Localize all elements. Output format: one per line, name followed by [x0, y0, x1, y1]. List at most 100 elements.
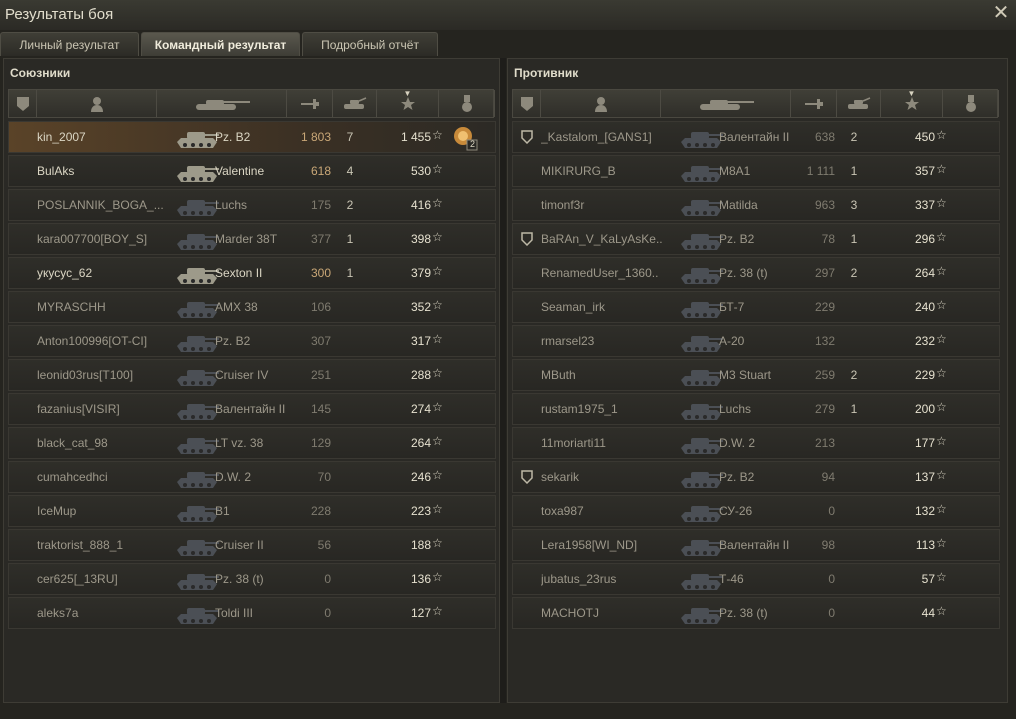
player-name: traktorist_888_1 — [37, 538, 124, 552]
xp-value: 132 — [914, 504, 935, 518]
player-row[interactable]: cumahcedhci D.W. 2 70 246 ☆ — [8, 461, 496, 493]
xp-star-icon: ☆ — [936, 230, 947, 244]
header-damage[interactable] — [287, 90, 333, 117]
damage-value: 618 — [310, 164, 331, 178]
player-name: MIKIRURG_B — [541, 164, 616, 178]
player-row[interactable]: kara007700[BOY_S] Marder 38T 377 1 398 ☆ — [8, 223, 496, 255]
player-row[interactable]: leonid03rus[T100] Cruiser IV 251 288 ☆ — [8, 359, 496, 391]
xp-value: 352 — [410, 300, 431, 314]
player-row[interactable]: toxa987 СУ-26 0 132 ☆ — [512, 495, 1000, 527]
tank-name: A-20 — [719, 334, 745, 348]
player-row[interactable]: IceMup B1 228 223 ☆ — [8, 495, 496, 527]
player-row[interactable]: Lera1958[WI_ND] Валентайн II 98 113 ☆ — [512, 529, 1000, 561]
player-name: Lera1958[WI_ND] — [541, 538, 638, 552]
player-row[interactable]: укусус_62 Sexton II 300 1 379 ☆ — [8, 257, 496, 289]
tank-image — [677, 600, 725, 628]
tank-name: Cruiser IV — [215, 368, 269, 382]
player-row[interactable]: rmarsel23 A-20 132 232 ☆ — [512, 325, 1000, 357]
kills-value: 1 — [346, 232, 354, 246]
player-name: cer625[_13RU] — [37, 572, 118, 586]
xp-star-icon: ☆ — [936, 298, 947, 312]
tank-image — [677, 430, 725, 458]
player-row[interactable]: kin_2007 Pz. B2 1 803 7 1 455 ☆ 2 — [8, 121, 496, 153]
tank-name: Pz. B2 — [215, 130, 251, 144]
player-row[interactable]: rustam1975_1 Luchs 279 1 200 ☆ — [512, 393, 1000, 425]
tank-name: Matilda — [719, 198, 758, 212]
xp-star-icon: ☆ — [936, 604, 947, 618]
player-name: toxa987 — [541, 504, 584, 518]
player-row[interactable]: traktorist_888_1 Cruiser II 56 188 ☆ — [8, 529, 496, 561]
damage-value: 0 — [828, 572, 835, 586]
damage-value: 56 — [317, 538, 331, 552]
window-titlebar: Результаты боя ✕ — [0, 0, 1016, 30]
enemies-rows: _Kastalom_[GANS1] Валентайн II 638 2 450 ☆ MIK… — [512, 121, 1000, 631]
clan-shield-icon — [521, 130, 533, 145]
player-row[interactable]: MButh M3 Stuart 259 2 229 ☆ — [512, 359, 1000, 391]
xp-value: 317 — [410, 334, 431, 348]
damage-value: 106 — [310, 300, 331, 314]
tank-name: Luchs — [215, 198, 248, 212]
player-row[interactable]: Anton100996[OT-CI] Pz. B2 307 317 ☆ — [8, 325, 496, 357]
tab-team-result[interactable]: Командный результат — [141, 32, 300, 56]
player-row[interactable]: sekarik Pz. B2 94 137 ☆ — [512, 461, 1000, 493]
header-player[interactable] — [541, 90, 661, 117]
player-row[interactable]: _Kastalom_[GANS1] Валентайн II 638 2 450 ☆ — [512, 121, 1000, 153]
tank-name: СУ-26 — [719, 504, 753, 518]
xp-value: 57 — [921, 572, 935, 586]
player-row[interactable]: timonf3r Matilda 963 3 337 ☆ — [512, 189, 1000, 221]
header-xp-star[interactable]: ▼ — [377, 89, 439, 117]
header-xp-star[interactable]: ▼ — [881, 89, 943, 117]
damage-value: 1 803 — [300, 130, 331, 144]
header-squad[interactable] — [9, 90, 37, 117]
tank-name: Sexton II — [215, 266, 263, 280]
player-row[interactable]: aleks7a Toldi III 0 127 ☆ — [8, 597, 496, 629]
player-name: cumahcedhci — [37, 470, 108, 484]
kills-value: 7 — [346, 130, 354, 144]
header-kills[interactable] — [837, 90, 881, 117]
tank-image — [173, 600, 221, 628]
tank-name: D.W. 2 — [215, 470, 252, 484]
header-kills[interactable] — [333, 90, 377, 117]
xp-value: 136 — [410, 572, 431, 586]
tank-name: Валентайн II — [719, 130, 790, 144]
player-row[interactable]: MACHOTJ Pz. 38 (t) 0 44 ☆ — [512, 597, 1000, 629]
close-icon[interactable]: ✕ — [992, 3, 1010, 23]
player-row[interactable]: black_cat_98 LT vz. 38 129 264 ☆ — [8, 427, 496, 459]
xp-value: 450 — [914, 130, 935, 144]
medal-count: 2 — [470, 139, 476, 149]
player-row[interactable]: BulAks Valentine 618 4 530 ☆ — [8, 155, 496, 187]
header-medal[interactable] — [943, 90, 999, 117]
player-row[interactable]: POSLANNIK_BOGA_... Luchs 175 2 416 ☆ — [8, 189, 496, 221]
header-squad[interactable] — [513, 90, 541, 117]
xp-star-icon: ☆ — [432, 366, 443, 380]
player-row[interactable]: fazanius[VISIR] Валентайн II 145 274 ☆ — [8, 393, 496, 425]
tank-name: Valentine — [215, 164, 265, 178]
header-medal[interactable] — [439, 90, 495, 117]
damage-value: 213 — [814, 436, 835, 450]
player-row[interactable]: RenamedUser_1360.. Pz. 38 (t) 297 2 264 ☆ — [512, 257, 1000, 289]
damage-value: 70 — [317, 470, 331, 484]
xp-star-icon: ☆ — [936, 536, 947, 550]
player-row[interactable]: MIKIRURG_B M8A1 1 111 1 357 ☆ — [512, 155, 1000, 187]
damage-value: 251 — [310, 368, 331, 382]
header-tank[interactable] — [157, 90, 287, 117]
kills-value: 2 — [346, 198, 354, 212]
damage-value: 78 — [821, 232, 835, 246]
player-row[interactable]: 11moriarti11 D.W. 2 213 177 ☆ — [512, 427, 1000, 459]
header-damage[interactable] — [791, 90, 837, 117]
xp-value: 188 — [410, 538, 431, 552]
player-row[interactable]: cer625[_13RU] Pz. 38 (t) 0 136 ☆ — [8, 563, 496, 595]
player-row[interactable]: MYRASCHH AMX 38 106 352 ☆ — [8, 291, 496, 323]
achievement-medal-icon[interactable]: 2 — [449, 124, 479, 152]
player-row[interactable]: jubatus_23rus Т-46 0 57 ☆ — [512, 563, 1000, 595]
player-row[interactable]: Seaman_irk БТ-7 229 240 ☆ — [512, 291, 1000, 323]
player-row[interactable]: BaRAn_V_KaLyAsKe.. Pz. B2 78 1 296 ☆ — [512, 223, 1000, 255]
sort-desc-icon: ▼ — [403, 89, 412, 98]
player-name: aleks7a — [37, 606, 79, 620]
tab-detailed-report[interactable]: Подробный отчёт — [302, 32, 438, 56]
xp-value: 246 — [410, 470, 431, 484]
player-name: leonid03rus[T100] — [37, 368, 134, 382]
tab-personal-result[interactable]: Личный результат — [0, 32, 139, 56]
header-tank[interactable] — [661, 90, 791, 117]
header-player[interactable] — [37, 90, 157, 117]
